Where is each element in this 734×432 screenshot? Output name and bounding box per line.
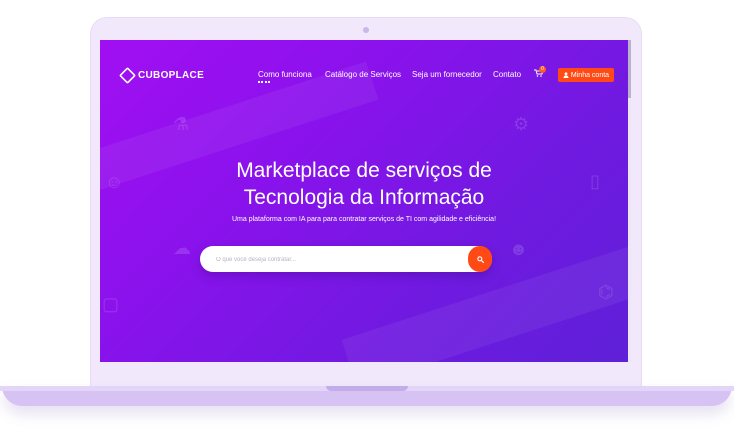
hero-title-line-1: Marketplace de serviços de: [236, 159, 492, 182]
scrollbar[interactable]: [628, 40, 631, 362]
decorative-icon: ⌬: [598, 282, 614, 302]
user-icon: [563, 72, 569, 78]
search-bar: [200, 246, 492, 274]
decorative-icon: ⚙: [513, 114, 530, 134]
nav-item-como-funciona[interactable]: Como funciona: [258, 70, 312, 79]
search-button[interactable]: [468, 246, 492, 272]
camera-dot: [363, 27, 369, 33]
scrollbar-thumb[interactable]: [628, 40, 631, 98]
brand-logo[interactable]: CUBOPLACE: [119, 67, 205, 84]
decorative-icon: ☁: [173, 238, 191, 258]
decorative-stripe: [341, 222, 628, 362]
decorative-icon: ⚗: [173, 114, 190, 134]
cube-logo-icon: [119, 67, 136, 84]
decorative-icon: ▢: [102, 294, 120, 314]
browser-viewport: ⚗ ⚙ ☺ ▯ ☁ ☻ ▢ ⌬ CUBOPLACE Como funciona …: [100, 40, 628, 362]
laptop-notch: [326, 386, 408, 391]
account-button[interactable]: Minha conta: [558, 68, 614, 82]
brand-name: CUBOPLACE: [138, 70, 205, 81]
nav-item-catalogo[interactable]: Catálogo de Serviços: [325, 70, 401, 79]
nav-item-fornecedor[interactable]: Seja um fornecedor: [412, 70, 482, 79]
hero-title: Marketplace de serviços de Tecnologia da…: [100, 157, 628, 211]
search-icon: [476, 255, 484, 263]
hero-title-line-2: Tecnologia da Informação: [243, 186, 485, 209]
search-input[interactable]: [214, 246, 468, 274]
nav-item-contato[interactable]: Contato: [493, 70, 521, 79]
account-button-label: Minha conta: [570, 71, 610, 79]
hero-subtitle: Uma plataforma com IA para para contrata…: [231, 216, 497, 223]
decorative-icon: ☻: [509, 239, 528, 259]
active-nav-indicator: [258, 81, 270, 83]
cart-count-badge: 0: [539, 66, 546, 73]
